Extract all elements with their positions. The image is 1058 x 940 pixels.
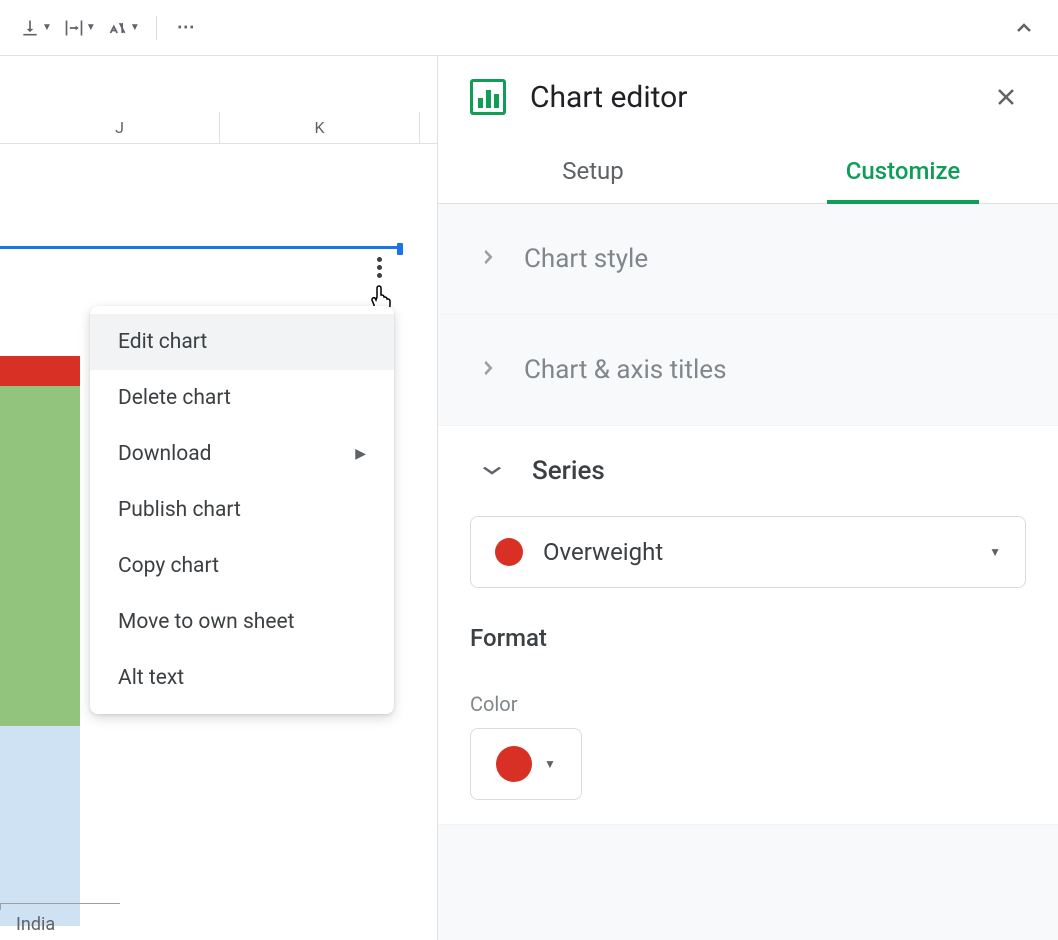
resize-handle[interactable] bbox=[397, 243, 403, 255]
close-button[interactable] bbox=[986, 77, 1026, 117]
menu-item-label: Copy chart bbox=[118, 554, 219, 578]
vertical-align-button[interactable]: ▼ bbox=[16, 10, 56, 46]
dropdown-arrow-icon: ▼ bbox=[130, 22, 140, 33]
chevron-down-icon bbox=[480, 463, 504, 480]
dropdown-arrow-icon: ▼ bbox=[544, 757, 556, 771]
color-picker[interactable]: ▼ bbox=[470, 728, 582, 800]
tab-setup[interactable]: Setup bbox=[438, 138, 748, 203]
column-header[interactable]: K bbox=[220, 112, 420, 143]
sidebar-header: Chart editor bbox=[438, 56, 1058, 138]
axis-line bbox=[0, 903, 120, 904]
chart-context-menu: Edit chart Delete chart Download ▶ Publi… bbox=[90, 306, 394, 714]
menu-item-copy-chart[interactable]: Copy chart bbox=[90, 538, 394, 594]
toolbar-divider bbox=[156, 16, 157, 40]
dropdown-arrow-icon: ▼ bbox=[42, 22, 52, 33]
section-title: Chart style bbox=[524, 244, 648, 274]
dropdown-arrow-icon: ▼ bbox=[989, 545, 1001, 559]
section-series: Series Overweight ▼ Format Color ▼ bbox=[438, 426, 1058, 825]
tab-customize[interactable]: Customize bbox=[748, 138, 1058, 203]
chart-bar-segment bbox=[0, 356, 80, 386]
menu-item-label: Alt text bbox=[118, 666, 184, 690]
column-header[interactable]: J bbox=[20, 112, 220, 143]
menu-item-label: Delete chart bbox=[118, 386, 231, 410]
menu-item-publish-chart[interactable]: Publish chart bbox=[90, 482, 394, 538]
text-wrap-button[interactable]: ▼ bbox=[60, 10, 100, 46]
sidebar-tabs: Setup Customize bbox=[438, 138, 1058, 204]
menu-item-download[interactable]: Download ▶ bbox=[90, 426, 394, 482]
section-chart-axis-titles: Chart & axis titles bbox=[438, 315, 1058, 426]
menu-item-alt-text[interactable]: Alt text bbox=[90, 650, 394, 706]
sidebar-title: Chart editor bbox=[530, 80, 962, 115]
format-heading: Format bbox=[470, 624, 1026, 652]
chevron-right-icon bbox=[482, 356, 493, 385]
dropdown-arrow-icon: ▼ bbox=[86, 22, 96, 33]
collapse-button[interactable] bbox=[1006, 10, 1042, 46]
menu-item-label: Download bbox=[118, 442, 212, 466]
color-swatch bbox=[496, 746, 532, 782]
section-header[interactable]: Chart style bbox=[438, 204, 1058, 314]
series-name: Overweight bbox=[543, 538, 969, 566]
chart-editor-icon bbox=[470, 79, 506, 115]
text-rotation-button[interactable]: ▼ bbox=[104, 10, 144, 46]
chart-selection-border[interactable] bbox=[0, 246, 402, 249]
column-headers: J K bbox=[0, 112, 437, 144]
chart-bar-segment bbox=[0, 386, 80, 726]
spreadsheet-area: J K Edit chart Delete chart bbox=[0, 56, 438, 940]
menu-item-label: Move to own sheet bbox=[118, 610, 295, 634]
axis-label: India bbox=[16, 914, 55, 935]
menu-item-label: Edit chart bbox=[118, 330, 207, 354]
chart-options-button[interactable] bbox=[377, 257, 382, 278]
chevron-right-icon bbox=[482, 245, 493, 274]
submenu-arrow-icon: ▶ bbox=[355, 446, 366, 462]
section-title: Series bbox=[532, 456, 605, 486]
customize-sections: Chart style Chart & axis titles bbox=[438, 204, 1058, 940]
menu-item-label: Publish chart bbox=[118, 498, 241, 522]
toolbar: ▼ ▼ ▼ ⋯ bbox=[0, 0, 1058, 56]
series-color-swatch bbox=[495, 538, 523, 566]
color-field-label: Color bbox=[470, 692, 1026, 716]
menu-item-move-to-sheet[interactable]: Move to own sheet bbox=[90, 594, 394, 650]
series-selector[interactable]: Overweight ▼ bbox=[470, 516, 1026, 588]
section-header[interactable]: Series bbox=[438, 426, 1058, 516]
more-options-button[interactable]: ⋯ bbox=[169, 10, 205, 46]
chart-bar-segment bbox=[0, 726, 80, 926]
section-title: Chart & axis titles bbox=[524, 355, 727, 385]
section-chart-style: Chart style bbox=[438, 204, 1058, 315]
menu-item-edit-chart[interactable]: Edit chart bbox=[90, 314, 394, 370]
section-header[interactable]: Chart & axis titles bbox=[438, 315, 1058, 425]
axis-tick bbox=[0, 904, 1, 910]
chart-preview bbox=[0, 356, 80, 926]
menu-item-delete-chart[interactable]: Delete chart bbox=[90, 370, 394, 426]
chart-editor-sidebar: Chart editor Setup Customize Chart style bbox=[438, 56, 1058, 940]
